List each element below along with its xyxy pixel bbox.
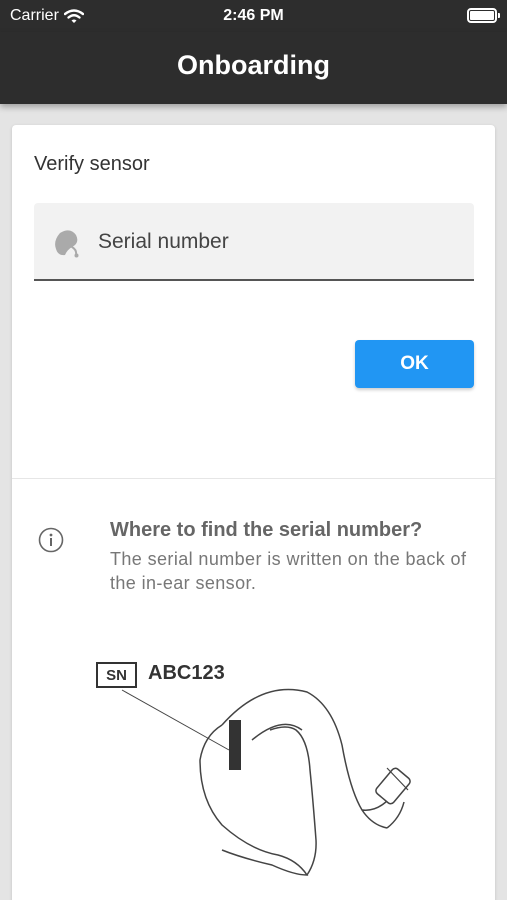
app-bar: Onboarding xyxy=(0,32,507,104)
sensor-illustration: SN ABC123 xyxy=(92,650,432,895)
battery-level xyxy=(470,11,494,20)
serial-number-label: Serial number xyxy=(98,230,229,253)
page-title: Onboarding xyxy=(177,50,330,80)
serial-number-field[interactable]: Serial number xyxy=(34,203,474,281)
card-title: Verify sensor xyxy=(34,153,150,175)
sn-value: ABC123 xyxy=(148,662,225,684)
hearing-sensor-icon xyxy=(55,230,79,258)
status-time: 2:46 PM xyxy=(223,7,284,24)
status-bar: Carrier 2:46 PM xyxy=(0,0,507,32)
info-title: Where to find the serial number? xyxy=(110,519,423,541)
info-icon xyxy=(38,527,64,553)
divider xyxy=(12,478,495,479)
battery-icon xyxy=(467,8,500,23)
info-text: The serial number is written on the back… xyxy=(110,549,467,593)
in-ear-sensor-drawing xyxy=(121,688,411,876)
ok-button[interactable]: OK xyxy=(355,340,474,388)
verify-sensor-card: Verify sensor Serial number OK Where to … xyxy=(12,125,495,900)
sn-label: SN xyxy=(96,662,137,688)
